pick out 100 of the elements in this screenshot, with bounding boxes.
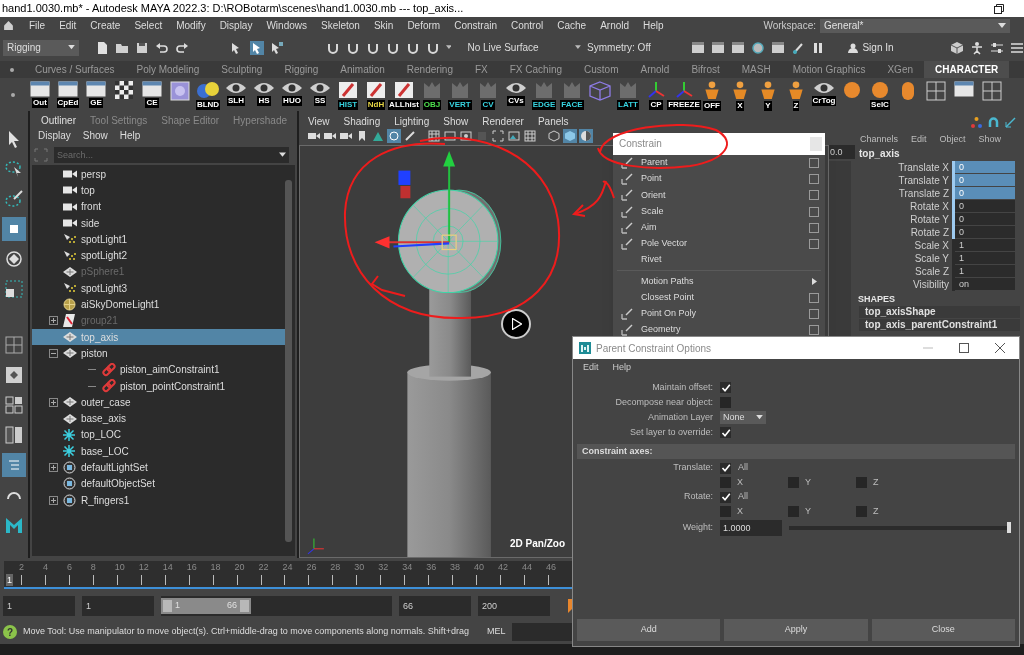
shelf-tab[interactable]: Curves / Surfaces (24, 61, 126, 78)
shelf-button[interactable]: EDGE (530, 78, 558, 111)
shelf-button[interactable]: SS (306, 78, 334, 111)
script-language-label[interactable]: MEL (487, 625, 506, 639)
shelf-button[interactable]: HIST (334, 78, 362, 111)
layer-dropdown[interactable]: None (720, 411, 766, 424)
option-box[interactable] (809, 174, 819, 185)
menu-item[interactable]: Motion Paths (641, 274, 803, 289)
channel-value[interactable]: on (955, 278, 1015, 291)
redo-icon[interactable] (175, 40, 190, 55)
channel-value[interactable]: 1 (955, 265, 1015, 278)
single-view-icon[interactable] (5, 336, 23, 354)
save-icon[interactable] (135, 40, 150, 55)
option-box[interactable] (809, 308, 819, 319)
menu-item[interactable]: Modify (169, 18, 213, 33)
frame-icon[interactable] (492, 130, 504, 142)
menu-title-field[interactable]: Constrain (613, 133, 825, 155)
outliner-row[interactable]: defaultLightSet (32, 459, 285, 476)
shelf-tab[interactable]: XGen (876, 61, 924, 78)
menu-item[interactable]: Skeleton (314, 18, 367, 33)
menu-item[interactable]: View (308, 113, 330, 129)
clapper-icon[interactable] (690, 40, 705, 55)
sliders-icon[interactable] (990, 40, 1004, 55)
menu-item[interactable]: Arnold (593, 18, 637, 33)
channel-value[interactable]: 1 (955, 239, 1015, 252)
checkbox[interactable] (856, 477, 867, 488)
shelf-button[interactable]: ALLhist (390, 78, 418, 111)
channel-value[interactable]: 0 (955, 187, 1015, 200)
rotate-tool-icon[interactable] (5, 250, 23, 268)
shelf-button[interactable]: CV (474, 78, 502, 111)
menu-item[interactable]: Windows (259, 18, 314, 33)
outliner-row[interactable]: side (32, 214, 285, 232)
workspace-dropdown[interactable]: General* (820, 18, 1010, 33)
menu-item[interactable]: Create (83, 18, 128, 33)
channel-value[interactable]: 1 (955, 252, 1015, 265)
menu-item[interactable]: Select (127, 18, 170, 33)
sign-in-button[interactable]: Sign In (846, 39, 944, 56)
camera-icon[interactable] (340, 130, 352, 142)
node-graph-icon[interactable] (971, 116, 982, 128)
menu-item[interactable]: Help (636, 18, 671, 33)
outliner-row[interactable]: spotLight3 (32, 280, 285, 297)
expand-toggle[interactable] (49, 495, 58, 505)
shelf-options-icon[interactable] (10, 91, 16, 98)
shelf-menu-icon[interactable] (9, 66, 15, 73)
layout-two-pane-icon[interactable] (5, 426, 23, 444)
checkbox[interactable] (720, 462, 731, 474)
shelf-button[interactable]: LATT (614, 78, 642, 111)
expand-toggle[interactable] (49, 463, 58, 472)
channel-value[interactable]: 0 (955, 226, 1015, 239)
menu-item[interactable]: Constrain (447, 18, 504, 33)
menu-item[interactable]: Deform (400, 18, 448, 33)
frame-field[interactable]: 1 (82, 596, 154, 616)
channel-value[interactable]: 0 (955, 174, 1015, 187)
grid-icon[interactable] (524, 130, 536, 142)
clapper-icon[interactable] (730, 40, 745, 55)
outliner-row[interactable]: base_LOC (32, 443, 285, 460)
resolution-gate-icon[interactable] (460, 130, 472, 142)
option-box[interactable] (809, 324, 819, 335)
close-icon[interactable] (995, 343, 1005, 353)
shelf-tab[interactable]: Animation (329, 61, 396, 78)
shelf-tab[interactable]: Rendering (395, 61, 464, 78)
shelf-button[interactable]: HUO (278, 78, 306, 111)
shelf-button[interactable]: FACE (558, 78, 586, 111)
dialog-button[interactable]: Close (871, 619, 1015, 641)
layout-icon[interactable] (5, 366, 23, 384)
restore-icon[interactable] (994, 3, 1004, 14)
menu-item[interactable]: Show (82, 127, 108, 143)
clapper-icon[interactable] (710, 40, 725, 55)
checkbox[interactable] (720, 506, 731, 517)
menu-item[interactable]: Display (212, 18, 260, 33)
cube-icon[interactable] (950, 40, 964, 55)
frame-field[interactable]: 1 (3, 596, 75, 616)
menu-item[interactable]: Closest Point (641, 290, 803, 305)
help-icon[interactable]: ? (3, 625, 17, 639)
outliner-row[interactable]: base_axis (32, 410, 285, 427)
bookmark-icon[interactable] (356, 130, 368, 142)
checkbox[interactable] (788, 477, 799, 488)
menu-item[interactable]: Show (443, 113, 469, 129)
channel-value[interactable]: 0 (955, 200, 1015, 213)
shelf-button[interactable]: CE (138, 78, 166, 111)
outliner-row[interactable]: persp (32, 166, 285, 183)
option-box[interactable] (809, 206, 819, 217)
menu-item[interactable]: Object (939, 133, 966, 147)
play-button[interactable] (501, 309, 531, 339)
menu-item[interactable]: Shading (343, 113, 381, 129)
menu-item[interactable]: File (22, 18, 53, 33)
checkbox[interactable] (856, 506, 867, 517)
shelf-tab[interactable]: Rigging (273, 61, 330, 78)
layout-split-icon[interactable] (5, 396, 23, 414)
menu-item[interactable]: Aim (641, 221, 803, 235)
lighting-icon[interactable] (580, 130, 592, 142)
shelf-button[interactable]: CVs (502, 78, 530, 111)
expand-toggle[interactable] (49, 397, 58, 407)
menu-item[interactable]: Renderer (482, 113, 524, 129)
menu-item[interactable]: Help (612, 361, 632, 375)
shelf-tab[interactable]: FX (464, 61, 499, 78)
shelf-button[interactable]: X (726, 78, 754, 111)
shelf-button[interactable]: BLND (194, 78, 222, 111)
collapse-toggle[interactable] (49, 348, 58, 358)
outliner-row[interactable]: outer_case (32, 394, 285, 411)
